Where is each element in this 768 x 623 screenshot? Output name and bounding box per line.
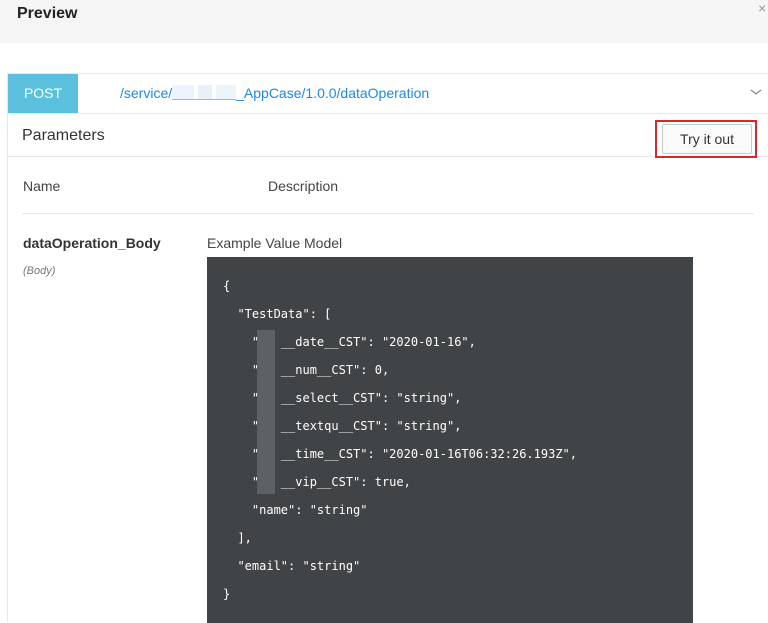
column-header-name: Name [23, 178, 61, 194]
code-line: { [223, 279, 231, 293]
code-line: "email": "string" [223, 559, 361, 573]
parameter-name: dataOperation_Body [23, 235, 161, 251]
path-suffix: _AppCase/1.0.0/dataOperation [236, 85, 430, 101]
parameters-title: Parameters [22, 127, 105, 144]
parameters-section-header: Parameters Try it out [8, 114, 768, 158]
code-line: "name": "string" [223, 503, 368, 517]
parameter-location: (Body) [23, 265, 56, 277]
redacted-path-segment [172, 85, 237, 100]
preview-title: Preview [17, 5, 78, 22]
http-method-badge: POST [8, 74, 78, 113]
column-header-description: Description [268, 178, 339, 194]
code-line: " __num__CST": 0, [223, 363, 390, 377]
chevron-down-icon[interactable] [750, 86, 762, 98]
operation-summary-bar[interactable]: POST /service/ _AppCase/1.0.0/dataOperati… [8, 74, 768, 114]
redaction-mask [257, 330, 275, 494]
try-it-out-button[interactable]: Try it out [662, 124, 752, 154]
preview-header: Preview × [0, 0, 768, 43]
code-line: "TestData": [ [223, 307, 332, 321]
code-line: ], [223, 531, 252, 545]
close-icon[interactable]: × [758, 1, 766, 15]
code-line: " __vip__CST": true, [223, 475, 411, 489]
code-line: " __time__CST": "2020-01-16T06:32:26.193… [223, 447, 578, 461]
code-line: } [223, 587, 231, 601]
operation-path[interactable]: /service/ _AppCase/1.0.0/dataOperation [120, 85, 429, 101]
operation-panel: POST /service/ _AppCase/1.0.0/dataOperati… [7, 73, 768, 623]
table-divider [22, 213, 754, 214]
example-value-code-block[interactable]: { "TestData": [ " __date__CST": "2020-01… [207, 257, 693, 623]
path-prefix: /service/ [120, 85, 173, 101]
example-value-model-tabs[interactable]: Example Value Model [207, 235, 342, 251]
